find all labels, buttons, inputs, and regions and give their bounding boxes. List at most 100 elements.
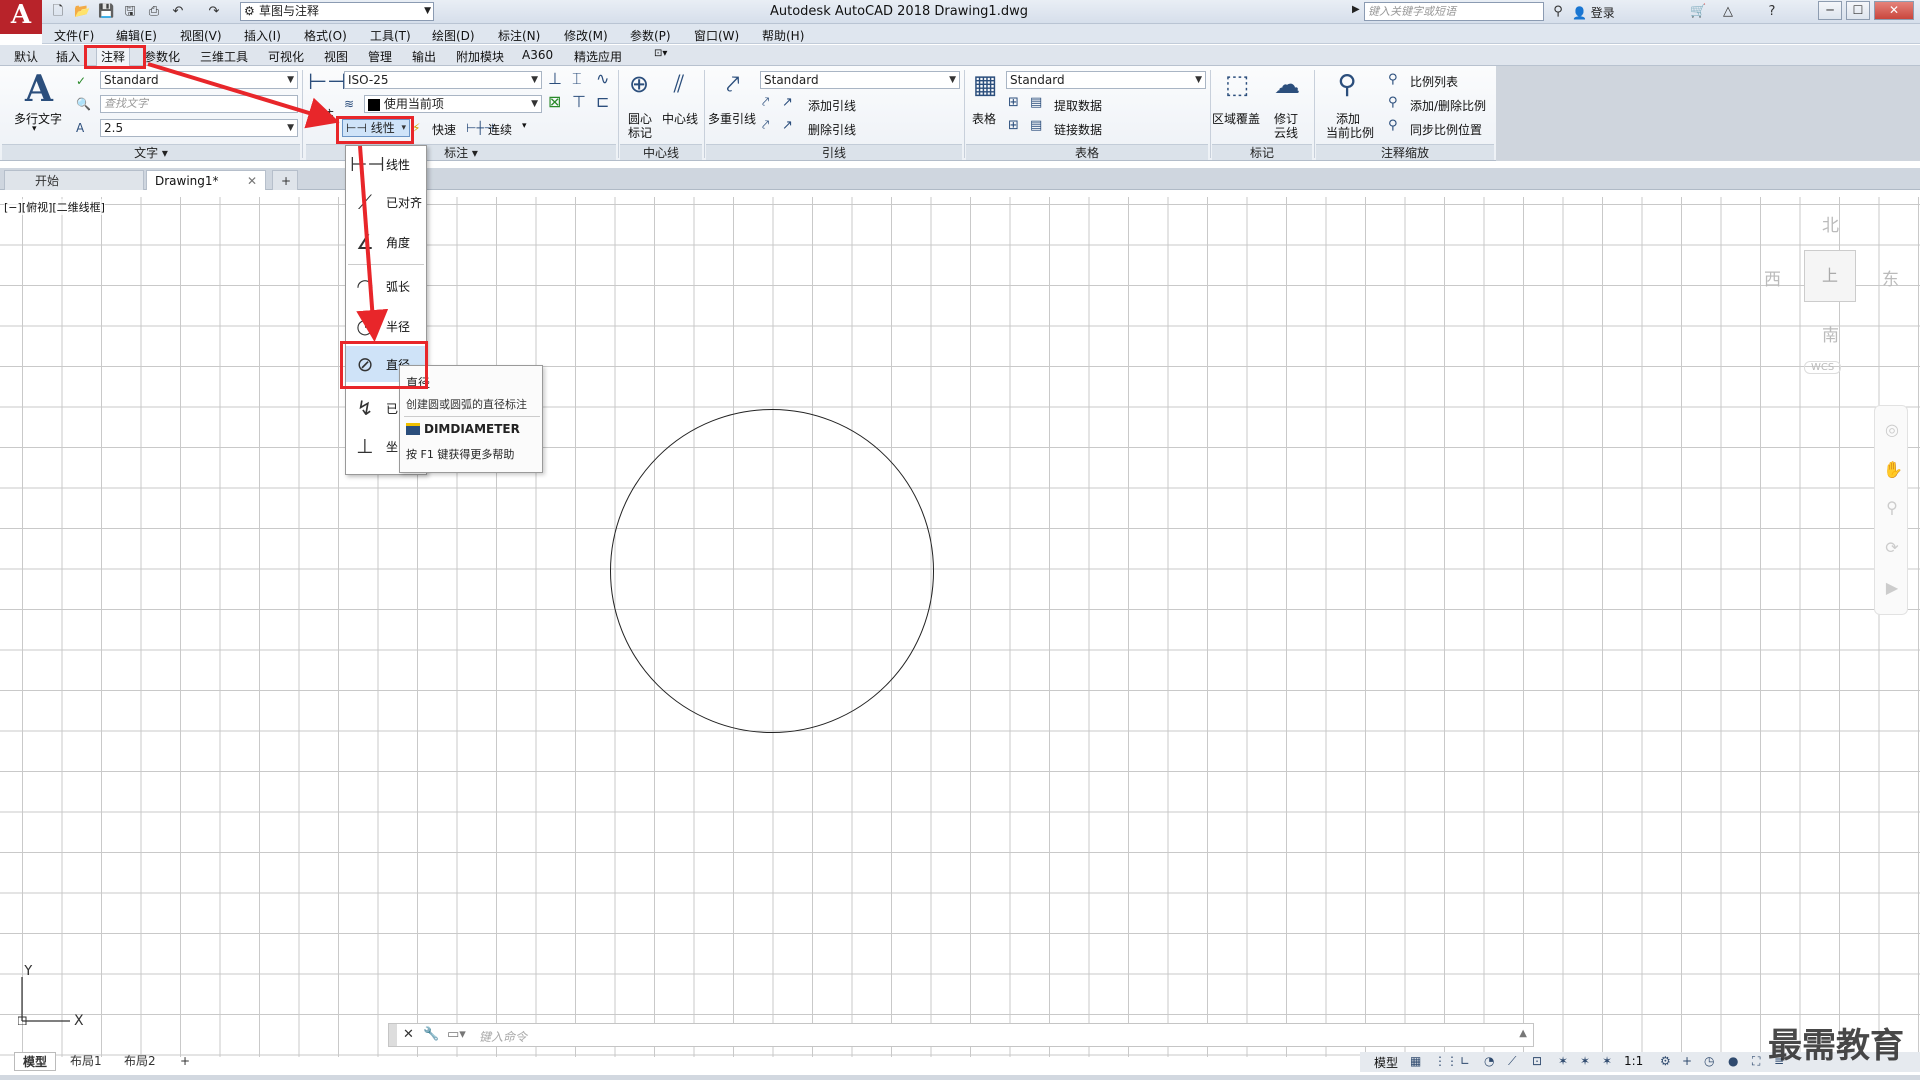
dropdown-item-linear[interactable]: ⊢⊣ 线性 [346,146,426,182]
menu-insert[interactable]: 插入(I) [244,27,281,44]
grid-icon[interactable]: ▦ [1410,1054,1421,1068]
add-delete-scale-icon[interactable]: ⚲ [1388,93,1398,113]
command-line-grip[interactable] [389,1024,397,1046]
maximize-button[interactable]: ☐ [1846,1,1870,20]
remove-leader-label[interactable]: 删除引线 [808,121,856,138]
text-height-icon[interactable]: A [76,118,84,138]
snap-icon[interactable]: ⋮⋮ [1434,1054,1458,1068]
osnap-icon[interactable]: ⊡ [1532,1054,1542,1068]
chevron-up-icon[interactable]: ▲ [1519,1028,1527,1039]
wipeout-label[interactable]: 区域覆盖 [1212,110,1260,127]
tab-model[interactable]: 模型 [14,1052,57,1071]
dimension-label[interactable]: 标注 [310,106,334,123]
tab-manage[interactable]: 管理 [364,47,396,66]
wipeout-icon[interactable]: ⬚ [1220,70,1254,100]
undo-icon[interactable]: ↶ [170,4,186,19]
showmotion-icon[interactable]: ▶ [1883,578,1901,597]
cart-icon[interactable]: 🛒 [1690,4,1706,19]
menu-edit[interactable]: 编辑(E) [116,27,157,44]
tab-default[interactable]: 默认 [10,47,42,66]
menu-view[interactable]: 视图(V) [180,27,222,44]
binoculars-icon[interactable]: ⚲ [1550,4,1566,19]
close-button[interactable]: ✕ [1874,1,1914,20]
close-icon[interactable]: ✕ [247,171,257,191]
mtext-label[interactable]: 多行文字 [14,110,62,127]
save-as-icon[interactable]: 🖫 [122,4,138,19]
text-panel-title[interactable]: 文字 ▾ [2,144,300,160]
centerline-icon[interactable]: ⫽ [664,70,694,98]
command-input[interactable]: 键入命令 [479,1028,527,1045]
new-tab-button[interactable]: + [272,170,298,190]
menu-dimension[interactable]: 标注(N) [498,27,540,44]
scale-list-label[interactable]: 比例列表 [1410,73,1458,90]
ribbon-minimize-icon[interactable]: ⊡▾ [650,47,671,60]
center-mark-label-2[interactable]: 标记 [628,124,652,141]
centerline-label[interactable]: 中心线 [662,110,698,127]
multileader-icon[interactable]: ⤤ [716,70,750,98]
tab-3d-tools[interactable]: 三维工具 [196,47,252,66]
dim-jog-icon[interactable]: ∿ [596,69,609,89]
autocad-logo-button[interactable]: A [0,0,42,34]
table-panel-title[interactable]: 表格 [966,144,1208,160]
add-leader-icon[interactable]: ⤤ [762,93,769,113]
extract-icon[interactable]: ⊞ [1008,93,1019,113]
workspace-gear-icon[interactable]: ⚙ [1660,1054,1671,1068]
menu-draw[interactable]: 绘图(D) [432,27,475,44]
tab-drawing1[interactable]: Drawing1* ✕ [146,170,266,190]
dropdown-item-angular[interactable]: ∠ 角度 [346,224,426,260]
drawing-canvas[interactable]: [−][俯视][二维线框] 北 西 上 东 南 WCS ◎ ✋ ⚲ ⟳ ▶ Y … [0,197,1920,1057]
menu-tools[interactable]: 工具(T) [370,27,411,44]
dim-break-icon[interactable]: ⊥ [548,69,562,89]
viewcube-south[interactable]: 南 [1822,321,1839,346]
dropdown-item-radius[interactable]: ◔ 半径 [346,308,426,344]
download-icon[interactable]: ⊞ [1008,116,1019,136]
viewcube-west[interactable]: 西 [1764,265,1781,290]
tab-layout2[interactable]: 布局2 [116,1052,164,1071]
minimize-button[interactable]: ─ [1818,1,1842,20]
workspace-select[interactable]: ⚙ 草图与注释 ▼ [240,2,434,21]
command-prompt-icon[interactable]: ▭▾ [447,1027,466,1042]
sync-scale-icon[interactable]: ⚲ [1388,116,1398,136]
pan-icon[interactable]: ✋ [1883,460,1903,479]
table-label[interactable]: 表格 [972,110,996,127]
text-style-select[interactable]: Standard ▼ [100,71,298,89]
dim-update-icon[interactable]: ⊤ [572,92,586,112]
tab-output[interactable]: 输出 [408,47,440,66]
tab-visualize[interactable]: 可视化 [264,47,308,66]
help-button[interactable]: ? [1764,4,1780,19]
tab-view[interactable]: 视图 [320,47,352,66]
revcloud-icon[interactable]: ☁ [1270,70,1304,100]
quick-dim-label[interactable]: 快速 [432,121,456,138]
viewport-controls[interactable]: [−][俯视][二维线框] [4,199,105,215]
autoscale-icon[interactable]: ✶ [1580,1054,1590,1068]
drawn-circle[interactable] [610,409,934,733]
menu-window[interactable]: 窗口(W) [694,27,739,44]
dropdown-item-aligned[interactable]: ⟋ 已对齐 [346,184,426,220]
sync-scale-label[interactable]: 同步比例位置 [1410,121,1482,138]
tab-layout1[interactable]: 布局1 [62,1052,110,1071]
continue-dim-label[interactable]: 连续 [488,121,512,138]
tab-parametric[interactable]: 参数化 [140,47,184,66]
scale-list-icon[interactable]: ⚲ [1388,70,1398,90]
ortho-icon[interactable]: ∟ [1460,1054,1470,1068]
polar-icon[interactable]: ◔ [1484,1054,1494,1068]
leader-style-select[interactable]: Standard ▼ [760,71,960,89]
multileader-label[interactable]: 多重引线 [708,110,756,127]
add-delete-scale-label[interactable]: 添加/删除比例 [1410,97,1486,114]
add-layout-button[interactable]: + [172,1052,198,1071]
command-line[interactable]: ✕ 🔧 ▭▾ 键入命令 ▲ [388,1023,1534,1047]
new-file-icon[interactable]: 🗋 [50,4,66,19]
add-current-scale-icon[interactable]: ⚲ [1330,70,1364,100]
tab-featured-apps[interactable]: 精选应用 [570,47,626,66]
dim-style-select[interactable]: ISO-25 ▼ [344,71,542,89]
dimension-icon[interactable]: ⊢⊣ [308,70,346,95]
find-text-icon[interactable]: 🔍 [76,94,91,114]
viewcube[interactable]: 北 西 上 东 南 WCS [1750,197,1920,377]
hardware-accel-icon[interactable]: ◷ [1704,1054,1714,1068]
model-space-button[interactable]: 模型 [1374,1054,1398,1071]
menu-format[interactable]: 格式(O) [304,27,347,44]
tab-insert[interactable]: 插入 [52,47,84,66]
revcloud-label-2[interactable]: 云线 [1274,124,1298,141]
center-mark-icon[interactable]: ⊕ [624,70,654,98]
plus-icon[interactable]: + [1682,1054,1692,1068]
